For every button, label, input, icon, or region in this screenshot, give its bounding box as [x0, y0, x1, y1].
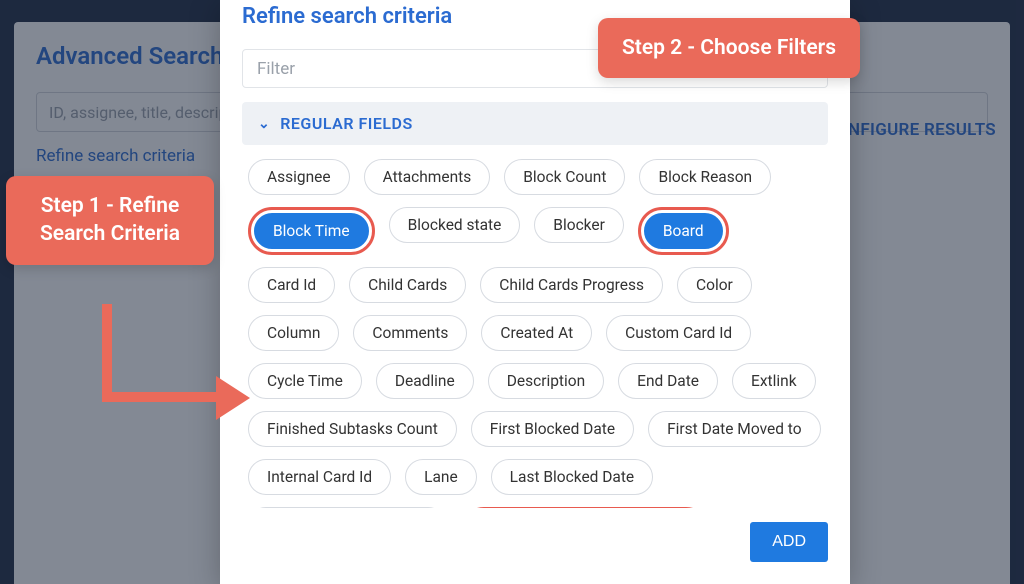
filter-chip[interactable]: Created At	[481, 315, 592, 351]
filter-chip[interactable]: Assignee	[248, 159, 350, 195]
filter-chip-label: End Date	[637, 372, 699, 390]
filter-chip[interactable]: Block Reason	[639, 159, 771, 195]
filter-chip-wrap: Custom Card Id	[606, 315, 751, 351]
filter-chip-wrap: Card Id	[248, 267, 335, 303]
filter-chip-label: Extlink	[751, 372, 797, 390]
filter-chip-wrap: Created At	[481, 315, 592, 351]
filter-chip-wrap: Extlink	[732, 363, 816, 399]
filter-chip[interactable]: Child Cards Progress	[480, 267, 663, 303]
filter-chip-label: Lane	[424, 468, 458, 486]
filter-chip-wrap: End Date	[618, 363, 718, 399]
filter-chip-wrap: Child Cards	[349, 267, 466, 303]
filter-chip-wrap: Cycle Time	[248, 363, 362, 399]
filter-chip-wrap: First Blocked Date	[471, 411, 634, 447]
app-stage: Advanced Search ID, assignee, title, des…	[0, 0, 1024, 584]
filter-chip-wrap: Lane	[405, 459, 477, 495]
filter-chip-label: Blocker	[553, 216, 605, 234]
filter-chip-label: Assignee	[267, 168, 331, 186]
filter-chip-wrap: Comments	[353, 315, 467, 351]
filter-placeholder: Filter	[257, 59, 295, 79]
filter-chip-label: Attachments	[383, 168, 472, 186]
filter-chip-label: Last Blocked Date	[510, 468, 634, 486]
filter-chip-wrap: Board	[638, 207, 729, 255]
filter-chip-wrap: Color	[677, 267, 752, 303]
filter-chip[interactable]: Card Id	[248, 267, 335, 303]
filter-chip-label: Internal Card Id	[267, 468, 372, 486]
filter-chip[interactable]: Blocker	[534, 207, 624, 243]
filter-chip-label: Color	[696, 276, 733, 294]
filter-chip[interactable]: Description	[488, 363, 604, 399]
filter-chip-wrap: Block Reason	[639, 159, 771, 195]
filter-chip-wrap: Blocked state	[389, 207, 521, 255]
annotation-step-2: Step 2 - Choose Filters	[598, 18, 860, 78]
annotation-step-1: Step 1 - Refine Search Criteria	[6, 176, 214, 265]
refine-criteria-modal: Refine search criteria Filter ⌄ REGULAR …	[220, 0, 850, 584]
filter-chip[interactable]: Extlink	[732, 363, 816, 399]
filter-chip[interactable]: Board	[644, 213, 723, 249]
filter-chip-wrap: Block Count	[504, 159, 625, 195]
filter-chip[interactable]: Column	[248, 315, 339, 351]
filter-chip-container: Assignee Attachments Block Count Block Reas…	[220, 145, 850, 508]
regular-fields-section-header[interactable]: ⌄ REGULAR FIELDS	[242, 102, 828, 145]
add-button[interactable]: ADD	[750, 522, 828, 562]
filter-chip[interactable]: Attachments	[364, 159, 491, 195]
filter-chip-label: Description	[507, 372, 585, 390]
filter-chip[interactable]: Internal Card Id	[248, 459, 391, 495]
filter-chip[interactable]: Deadline	[376, 363, 474, 399]
filter-chip[interactable]: Last Blocked Date	[491, 459, 653, 495]
filter-chip-wrap: Column	[248, 315, 339, 351]
modal-footer: ADD	[220, 508, 850, 584]
filter-chip-label: First Blocked Date	[490, 420, 615, 438]
filter-chip-wrap: Description	[488, 363, 604, 399]
filter-chip-wrap: Last Blocked Date	[491, 459, 653, 495]
filter-chip-label: Block Reason	[658, 168, 752, 186]
filter-chip-wrap: Assignee	[248, 159, 350, 195]
filter-chip-label: Child Cards Progress	[499, 276, 644, 294]
annotation-arrow	[82, 304, 252, 424]
filter-chip[interactable]: Child Cards	[349, 267, 466, 303]
filter-chip-label: Card Id	[267, 276, 316, 294]
filter-chip[interactable]: Finished Subtasks Count	[248, 411, 457, 447]
filter-chip-label: Block Time	[273, 222, 350, 240]
filter-chip-wrap: Child Cards Progress	[480, 267, 663, 303]
filter-chip-label: Column	[267, 324, 320, 342]
filter-chip-label: Finished Subtasks Count	[267, 420, 438, 438]
filter-chip[interactable]: Comments	[353, 315, 467, 351]
filter-chip-wrap: Deadline	[376, 363, 474, 399]
filter-chip-label: Board	[663, 222, 704, 240]
filter-chip-label: First Date Moved to	[667, 420, 801, 438]
filter-chip-label: Blocked state	[408, 216, 502, 234]
filter-chip[interactable]: Lane	[405, 459, 477, 495]
filter-chip-wrap: Attachments	[364, 159, 491, 195]
filter-chip-label: Block Count	[523, 168, 606, 186]
filter-chip-wrap: Internal Card Id	[248, 459, 391, 495]
filter-chip[interactable]: Custom Card Id	[606, 315, 751, 351]
filter-chip[interactable]: Color	[677, 267, 752, 303]
filter-chip-label: Cycle Time	[267, 372, 343, 390]
chevron-down-icon: ⌄	[258, 116, 270, 132]
filter-chip[interactable]: Blocked state	[389, 207, 521, 243]
filter-chip-wrap: Blocker	[534, 207, 624, 255]
filter-chip-wrap: First Date Moved to	[648, 411, 820, 447]
filter-chip-wrap: Finished Subtasks Count	[248, 411, 457, 447]
filter-chip[interactable]: Block Count	[504, 159, 625, 195]
filter-chip-label: Custom Card Id	[625, 324, 732, 342]
filter-chip[interactable]: First Blocked Date	[471, 411, 634, 447]
filter-chip[interactable]: First Date Moved to	[648, 411, 820, 447]
filter-chip[interactable]: Block Time	[254, 213, 369, 249]
filter-chip[interactable]: Cycle Time	[248, 363, 362, 399]
filter-chip-label: Comments	[372, 324, 448, 342]
filter-chip-label: Deadline	[395, 372, 455, 390]
section-label: REGULAR FIELDS	[280, 114, 412, 133]
filter-chip-wrap: Block Time	[248, 207, 375, 255]
filter-chip-label: Child Cards	[368, 276, 447, 294]
filter-chip-label: Created At	[500, 324, 573, 342]
filter-chip[interactable]: End Date	[618, 363, 718, 399]
